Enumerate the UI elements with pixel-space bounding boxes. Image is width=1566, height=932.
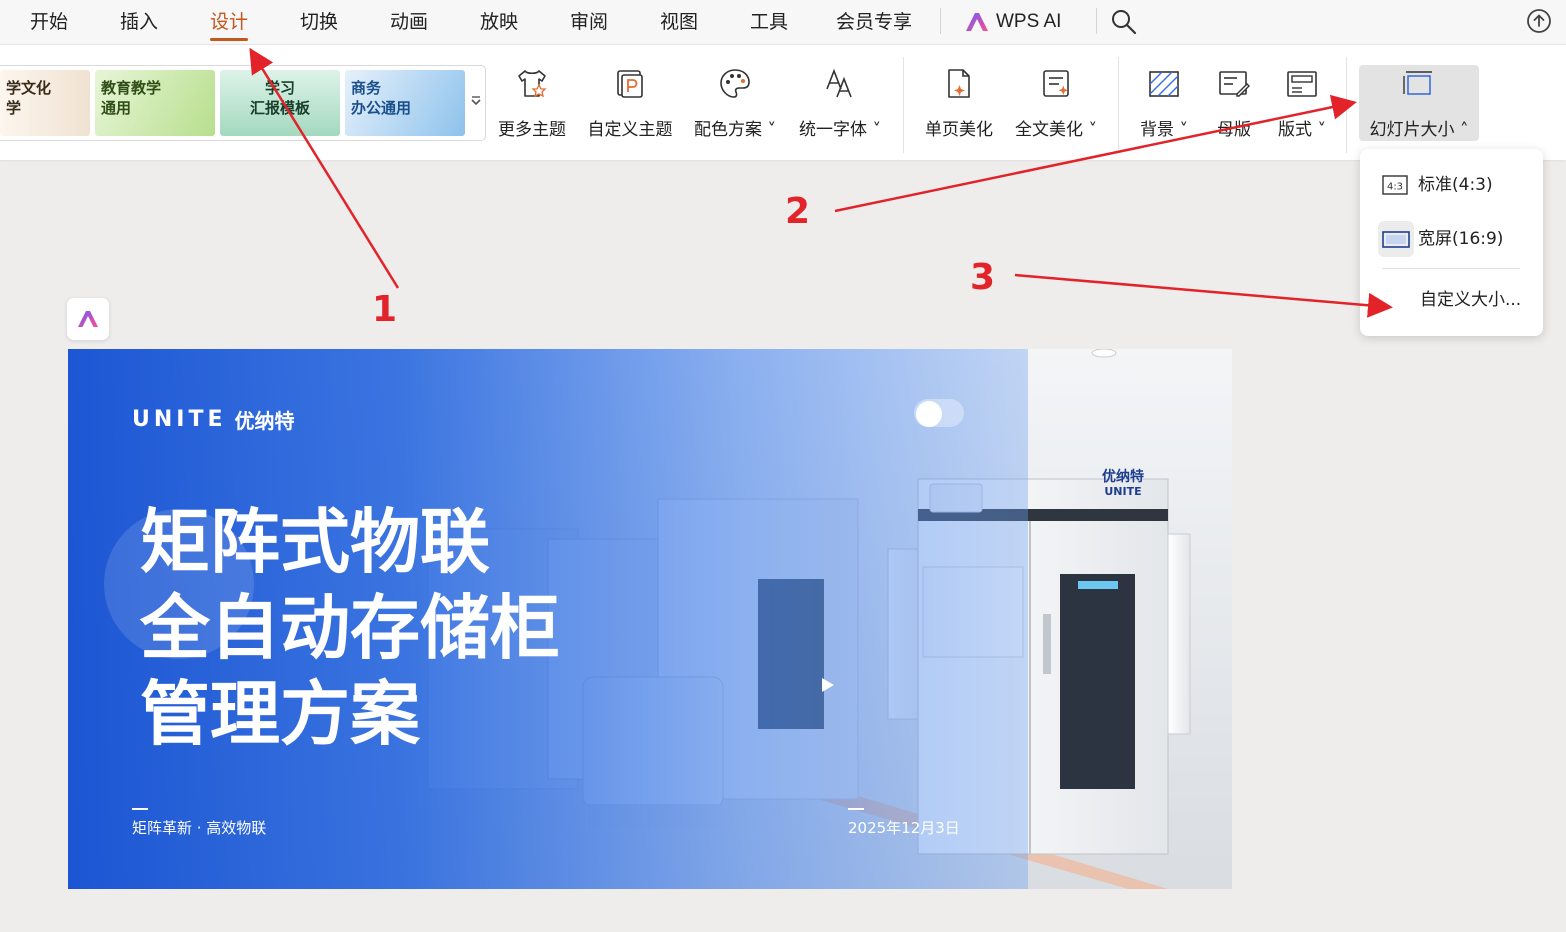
tab-member[interactable]: 会员专享 <box>836 9 912 35</box>
master-label: 母版 <box>1217 120 1251 140</box>
tab-animation[interactable]: 动画 <box>390 9 428 35</box>
ribbon-divider <box>1346 57 1347 153</box>
tab-design[interactable]: 设计 <box>210 9 249 41</box>
gallery-expand-icon[interactable] <box>470 94 482 110</box>
tab-view[interactable]: 视图 <box>660 9 698 35</box>
logo-en-text: UNITE <box>132 406 227 432</box>
machine-logo-cn: 优纳特 <box>1102 468 1144 485</box>
slide-date[interactable]: 2025年12月3日 <box>848 817 960 838</box>
slide-title-line: 管理方案 <box>140 673 420 755</box>
menu-divider <box>1382 268 1520 269</box>
tab-tools[interactable]: 工具 <box>750 9 788 35</box>
annotation-number-1: 1 <box>372 289 398 330</box>
menu-divider <box>940 8 941 34</box>
ribbon-toolbar: 学文化 学 教育教学 通用 学习 汇报模板 商务 办公通用 更多主题 自定义主题 <box>0 44 1566 160</box>
full-beautify-label: 全文美化 ˅ <box>1015 120 1097 140</box>
more-themes-label: 更多主题 <box>498 120 566 140</box>
custom-theme-icon <box>617 70 643 98</box>
tab-transition[interactable]: 切换 <box>300 9 338 35</box>
master-button[interactable]: 母版 <box>1206 65 1262 143</box>
widescreen-icon <box>1382 231 1410 248</box>
annotation-number-2: 2 <box>785 191 811 232</box>
search-icon[interactable] <box>1110 8 1138 36</box>
theme-thumbnail[interactable]: 学习 汇报模板 <box>220 70 340 136</box>
date-dash <box>848 808 864 810</box>
menu-item-widescreen-16-9[interactable]: 宽屏(16:9) <box>1360 219 1543 259</box>
wps-ai-icon <box>78 311 98 327</box>
logo-cn-text: 优纳特 <box>234 408 295 433</box>
background-button[interactable]: 背景 ˅ <box>1134 65 1194 143</box>
theme-thumbnail[interactable]: 学文化 学 <box>0 70 90 136</box>
annotation-number-3: 3 <box>970 257 996 298</box>
layout-button[interactable]: 版式 ˅ <box>1272 65 1332 143</box>
slide-size-label: 幻灯片大小 ˄ <box>1369 120 1469 140</box>
background-label: 背景 ˅ <box>1140 120 1188 140</box>
font-icon <box>826 68 852 98</box>
master-slide-icon <box>1219 71 1250 97</box>
unify-font-label: 统一字体 ˅ <box>799 120 881 140</box>
menu-divider <box>1096 8 1097 34</box>
page-beautify-icon <box>948 69 970 98</box>
slide-size-dropdown: 4:3 标准(4:3) 宽屏(16:9) 自定义大小... <box>1360 149 1543 336</box>
slide-title-line: 矩阵式物联 <box>140 501 490 583</box>
single-page-beautify-button[interactable]: 单页美化 <box>920 65 998 143</box>
menu-item-custom-size[interactable]: 自定义大小... <box>1360 280 1543 320</box>
play-icon[interactable] <box>820 676 836 694</box>
tab-insert[interactable]: 插入 <box>120 9 158 35</box>
ratio-4-3-text: 4:3 <box>1387 182 1403 193</box>
unify-font-button[interactable]: 统一字体 ˅ <box>794 65 886 143</box>
tshirt-icon <box>518 70 547 98</box>
wps-ai-icon <box>966 13 988 31</box>
menu-item-label: 标准(4:3) <box>1418 175 1493 195</box>
single-page-beautify-label: 单页美化 <box>925 120 993 140</box>
wps-ai-label: WPS AI <box>996 11 1062 32</box>
company-logo: UNITE 优纳特 <box>132 406 295 433</box>
subtitle-dash <box>132 808 148 810</box>
theme-gallery: 学文化 学 教育教学 通用 学习 汇报模板 商务 办公通用 <box>0 65 486 141</box>
menu-item-label: 自定义大小... <box>1420 290 1522 310</box>
theme-thumbnail[interactable]: 教育教学 通用 <box>95 70 215 136</box>
wps-ai-button[interactable]: WPS AI <box>964 8 1061 36</box>
layout-label: 版式 ˅ <box>1278 120 1326 140</box>
slide-title[interactable]: 矩阵式物联 全自动存储柜 管理方案 <box>140 499 560 757</box>
tab-start[interactable]: 开始 <box>30 9 68 35</box>
slide-title-line: 全自动存储柜 <box>140 587 560 669</box>
ribbon-divider <box>1118 57 1119 153</box>
menu-bar: 开始 插入 设计 切换 动画 放映 审阅 视图 工具 会员专享 WPS AI <box>0 0 1566 44</box>
ribbon-divider <box>903 57 904 153</box>
slide-size-button[interactable]: 幻灯片大小 ˄ <box>1359 65 1479 141</box>
cloud-upload-icon[interactable] <box>1524 6 1554 36</box>
annotation-arrow-3 <box>1014 273 1393 318</box>
menu-item-standard-4-3[interactable]: 4:3 标准(4:3) <box>1360 165 1543 205</box>
background-icon <box>1149 71 1179 97</box>
slide-canvas[interactable]: 优纳特 UNITE UNITE 优纳特 矩阵式物联 全自动存储柜 管理方案 矩阵… <box>68 349 1232 889</box>
tab-review[interactable]: 审阅 <box>570 9 608 35</box>
ratio-4-3-icon: 4:3 <box>1382 175 1408 195</box>
doc-beautify-icon <box>1043 70 1069 97</box>
ai-assistant-button[interactable] <box>67 298 109 340</box>
slide-size-icon <box>1403 71 1432 95</box>
color-scheme-label: 配色方案 ˅ <box>694 120 776 140</box>
custom-theme-button[interactable]: 自定义主题 <box>584 65 676 143</box>
custom-theme-label: 自定义主题 <box>587 120 673 140</box>
slide-subtitle[interactable]: 矩阵革新 · 高效物联 <box>132 817 266 838</box>
tab-slideshow[interactable]: 放映 <box>480 9 518 35</box>
color-scheme-button[interactable]: 配色方案 ˅ <box>690 65 780 143</box>
toggle-decoration <box>914 399 964 427</box>
full-beautify-button[interactable]: 全文美化 ˅ <box>1010 65 1102 143</box>
more-themes-button[interactable]: 更多主题 <box>494 65 570 143</box>
machine-logo-en: UNITE <box>1104 485 1141 498</box>
layout-icon <box>1287 71 1317 97</box>
menu-item-label: 宽屏(16:9) <box>1418 229 1504 249</box>
palette-icon <box>720 69 750 98</box>
theme-thumbnail[interactable]: 商务 办公通用 <box>345 70 465 136</box>
